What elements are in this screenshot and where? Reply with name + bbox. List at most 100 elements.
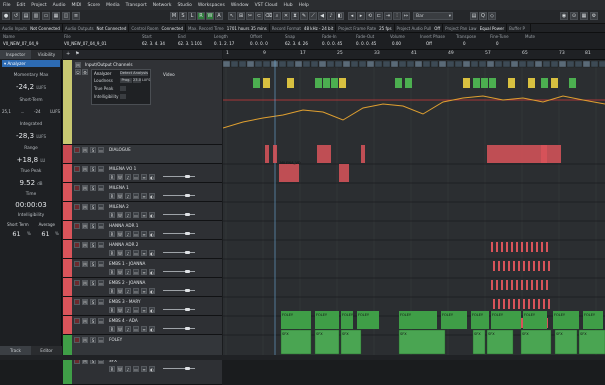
mute-button[interactable]: M (82, 318, 88, 324)
volume-fader[interactable] (163, 252, 195, 253)
info-end-value[interactable]: 62. 3. 1.101 (178, 41, 202, 46)
track-control-button[interactable]: W (117, 174, 123, 180)
grid-icon[interactable]: ▦ (580, 12, 588, 20)
truepeak-toggle[interactable] (120, 86, 126, 91)
folder-track[interactable]: M S ▭ FOLEY (63, 335, 222, 356)
monitor-button[interactable]: ▭ (98, 166, 104, 172)
tab-track[interactable]: Track (0, 346, 31, 355)
monitor-button[interactable]: ▭ (98, 185, 104, 191)
info-file-value[interactable]: V0_NEW_07_04_9_01 (64, 41, 107, 46)
solo-button[interactable]: S (90, 318, 96, 324)
solo-button[interactable]: S (90, 280, 96, 286)
cursor-icon[interactable]: ◇ (488, 12, 496, 20)
track-control-button[interactable]: ♪ (125, 307, 131, 313)
track-control-button[interactable]: ▭ (133, 193, 139, 199)
info-offset-value[interactable]: 0. 0. 0. 0 (250, 41, 268, 46)
track-control-button[interactable]: ≡ (141, 366, 147, 372)
solo-button[interactable]: S (90, 299, 96, 305)
play-tool-icon[interactable]: ◀ (318, 12, 326, 20)
monitor-button[interactable]: ▭ (98, 299, 104, 305)
monitor-button[interactable]: ▭ (98, 147, 104, 153)
menu-item-window[interactable]: Window (231, 3, 249, 8)
volume-fader[interactable] (163, 368, 195, 369)
info-fadeout-value[interactable]: 0. 0. 0. 45 (356, 41, 376, 46)
status-item[interactable]: Audio Outputs Not Connected (63, 24, 130, 33)
line-tool-icon[interactable]: ⟋ (309, 12, 317, 20)
nudge-left-icon[interactable]: ◂ (348, 12, 356, 20)
status-item[interactable]: Control Room Connected (129, 24, 187, 33)
tab-editor[interactable]: Editor (31, 346, 62, 355)
menu-item-vst-cloud[interactable]: VST Cloud (255, 3, 278, 8)
track-control-button[interactable]: W (117, 366, 123, 372)
track-name[interactable]: EMBS 4 - ADA (109, 318, 138, 323)
monitor-button[interactable]: ▭ (98, 318, 104, 324)
zoom-tool-icon[interactable]: ⌕ (273, 12, 281, 20)
left-zone-button[interactable]: ▥ (32, 12, 40, 20)
mute-button[interactable]: M (82, 261, 88, 267)
quantize-icon[interactable]: ⫶ (393, 12, 401, 20)
record-enable-button[interactable] (74, 185, 80, 191)
volume-fader[interactable] (163, 290, 195, 291)
track-control-button[interactable]: ≡ (141, 288, 147, 294)
speaker-tool-icon[interactable]: ♪ (327, 12, 335, 20)
mode-r-button[interactable]: R (197, 12, 205, 20)
status-item[interactable]: Record Format 48 kHz - 24 bit (270, 24, 337, 33)
track-control-button[interactable]: ◐ (149, 288, 155, 294)
nudge-right-icon[interactable]: ▸ (357, 12, 365, 20)
record-enable-button[interactable] (74, 280, 80, 286)
pointer-tool-icon[interactable]: ↖ (228, 12, 236, 20)
record-enable-button[interactable] (74, 166, 80, 172)
timewarp-tool-icon[interactable]: ⧗ (291, 12, 299, 20)
audio-track[interactable]: M S ▭ EMBS 1 - JOANNA R W ♪ ▭ ≡ ◐ (63, 259, 222, 278)
audio-track[interactable]: M S ▭ MILENA VO 1 R W ♪ ▭ ≡ ◐ (63, 164, 222, 183)
mute-button[interactable]: M (82, 185, 88, 191)
snap-toggle-icon[interactable]: ⊏ (375, 12, 383, 20)
lower-zone-button[interactable]: ▭ (42, 12, 50, 20)
monitor-button[interactable]: ▭ (98, 223, 104, 229)
track-control-button[interactable]: W (117, 326, 123, 332)
audio-track[interactable]: M S ▭ SFX R W ♪ ▭ ≡ ◐ (63, 356, 222, 385)
fader-handle[interactable] (185, 194, 190, 197)
folder-track[interactable]: M S ▭ DIALOGUE (63, 145, 222, 164)
fader-handle[interactable] (185, 232, 190, 235)
track-control-button[interactable]: ▭ (133, 212, 139, 218)
track-name[interactable]: MILENA VO 1 (109, 166, 136, 171)
track-control-button[interactable]: ◐ (149, 212, 155, 218)
track-control-button[interactable]: ≡ (141, 212, 147, 218)
color-palette-icon[interactable]: ◉ (560, 12, 568, 20)
menu-item-hub[interactable]: Hub (284, 3, 293, 8)
track-control-button[interactable]: ≡ (141, 174, 147, 180)
glue-tool-icon[interactable]: ⊂ (255, 12, 263, 20)
pin-icon[interactable]: ⊙ (570, 12, 578, 20)
track-control-button[interactable]: ▭ (133, 174, 139, 180)
solo-button[interactable]: S (90, 242, 96, 248)
track-control-button[interactable]: ◐ (149, 193, 155, 199)
record-enable-button[interactable] (74, 299, 80, 305)
track-control-button[interactable]: ▭ (133, 366, 139, 372)
volume-fader[interactable] (163, 233, 195, 234)
inspector-toggle-button[interactable]: ▤ (22, 12, 30, 20)
menu-item-studio[interactable]: Studio (178, 3, 192, 8)
analyzer-section-header[interactable]: ▾ Analyzer (2, 60, 60, 67)
solo-button[interactable]: S (90, 337, 96, 343)
tab-visibility[interactable]: Visibility (31, 50, 62, 59)
track-control-button[interactable]: ≡ (141, 326, 147, 332)
track-control-button[interactable]: R (109, 366, 115, 372)
track-control-button[interactable]: ≡ (141, 307, 147, 313)
activate-project-button[interactable]: ● (2, 12, 10, 20)
track-control-button[interactable]: ≡ (141, 193, 147, 199)
volume-fader[interactable] (163, 176, 195, 177)
track-control-button[interactable]: ▭ (133, 269, 139, 275)
solo-button[interactable]: S (90, 147, 96, 153)
monitor-button[interactable]: ▭ (98, 204, 104, 210)
follow-icon[interactable]: ↦ (402, 12, 410, 20)
project-window[interactable]: 1 9 17 25 33 41 49 57 65 73 81 MILENA_VO FOLEY FOLEY… (223, 50, 605, 355)
track-control-button[interactable]: R (109, 269, 115, 275)
fader-handle[interactable] (185, 367, 190, 370)
detect-analysis-button[interactable]: Detect Analysis (120, 71, 148, 76)
menu-item-media[interactable]: Media (106, 3, 120, 8)
status-item[interactable]: Audio Inputs Not Connected (0, 24, 63, 33)
rack-button[interactable]: ◫ (62, 12, 70, 20)
mode-s-button[interactable]: S (179, 12, 187, 20)
mixer-button[interactable]: ≡ (72, 12, 80, 20)
